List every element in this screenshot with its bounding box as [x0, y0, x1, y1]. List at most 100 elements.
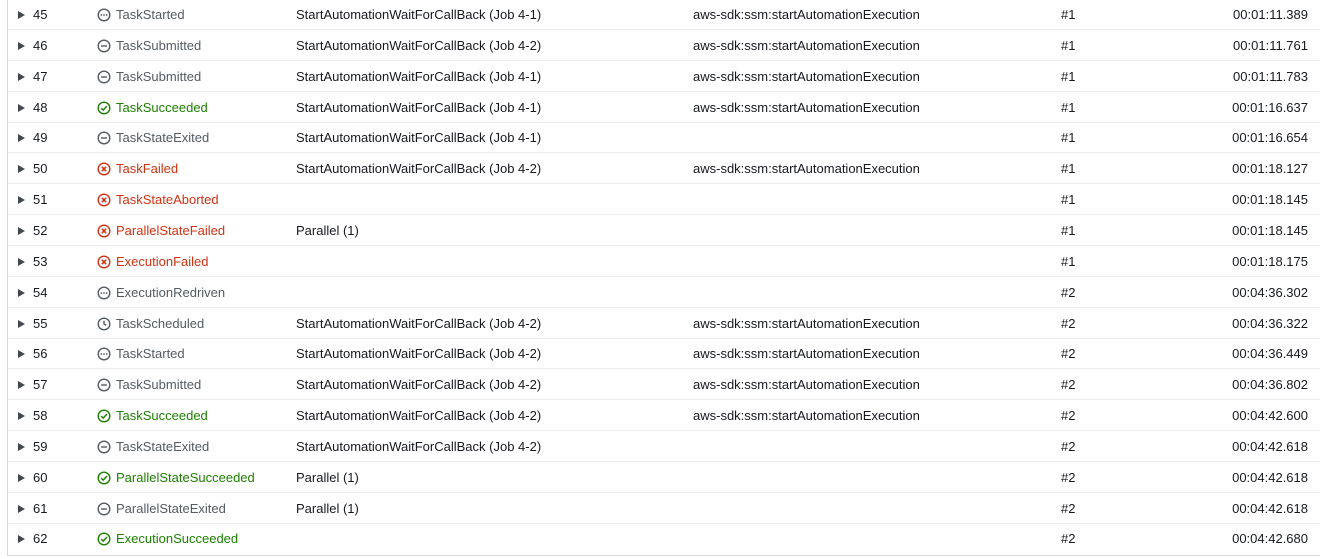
event-type-label: TaskSucceeded	[116, 408, 208, 424]
step-name: StartAutomationWaitForCallBack (Job 4-1)	[296, 68, 542, 84]
check-circle-icon	[97, 409, 111, 423]
redrive-count: #1	[1061, 68, 1076, 84]
in-progress-icon	[97, 8, 111, 22]
elapsed-time: 00:04:36.322	[1232, 315, 1308, 331]
elapsed-time: 00:04:42.618	[1232, 500, 1308, 516]
caret-right-icon[interactable]	[18, 134, 25, 143]
table-row[interactable]: 57 TaskSubmitted StartAutomationWaitForCal…	[8, 370, 1320, 401]
table-row[interactable]: 54 ExecutionRedriven #2 00:04:36.302	[8, 278, 1320, 308]
event-type-label: TaskStateExited	[116, 130, 210, 146]
event-type-label: ParallelStateSucceeded	[116, 469, 255, 485]
redrive-count: #1	[1061, 99, 1076, 115]
elapsed-time: 00:01:11.783	[1233, 68, 1308, 84]
caret-right-icon[interactable]	[18, 257, 25, 266]
table-row[interactable]: 58 TaskSucceeded StartAutomationWaitForCal…	[8, 401, 1320, 432]
event-type-label: TaskStateAborted	[116, 192, 219, 208]
table-row[interactable]: 56 TaskStarted StartAutomationWaitForCallB…	[8, 339, 1320, 370]
caret-right-icon[interactable]	[18, 350, 25, 359]
table-row[interactable]: 49 TaskStateExited StartAutomationWaitForC…	[8, 123, 1320, 154]
step-name: StartAutomationWaitForCallBack (Job 4-2)	[296, 438, 542, 454]
clock-icon	[97, 316, 111, 331]
step-name: StartAutomationWaitForCallBack (Job 4-2)	[296, 346, 542, 362]
table-row[interactable]: 61 ParallelStateExited Parallel (1) #2 00:04…	[8, 494, 1320, 524]
elapsed-time: 00:04:42.618	[1232, 469, 1308, 485]
caret-right-icon[interactable]	[18, 381, 25, 390]
event-type-label: TaskStarted	[116, 7, 185, 22]
event-type-label: TaskStarted	[116, 346, 185, 362]
table-row[interactable]: 55 TaskScheduled StartAutomationWaitForCal…	[8, 309, 1320, 339]
event-id: 62	[33, 531, 48, 547]
event-type-label: ParallelStateExited	[116, 500, 226, 516]
redrive-count: #1	[1061, 37, 1076, 53]
caret-right-icon[interactable]	[18, 165, 25, 174]
elapsed-time: 00:01:18.145	[1232, 192, 1308, 208]
elapsed-time: 00:04:42.618	[1232, 438, 1308, 454]
resource: aws-sdk:ssm:startAutomationExecution	[693, 99, 920, 115]
redrive-count: #2	[1061, 531, 1076, 547]
table-row[interactable]: 48 TaskSucceeded StartAutomationWaitForCal…	[8, 93, 1320, 123]
caret-right-icon[interactable]	[18, 288, 25, 297]
table-row[interactable]: 60 ParallelStateSucceeded Parallel (1) #2 00…	[8, 463, 1320, 493]
event-type-label: TaskScheduled	[116, 315, 205, 331]
table-row[interactable]: 50 TaskFailed StartAutomationWaitForCallBa…	[8, 154, 1320, 185]
caret-right-icon[interactable]	[18, 226, 25, 235]
elapsed-time: 00:01:11.761	[1233, 37, 1308, 53]
event-type-label: ExecutionRedriven	[116, 284, 226, 300]
redrive-count: #1	[1061, 192, 1076, 208]
caret-right-icon[interactable]	[18, 41, 25, 50]
elapsed-time: 00:01:11.389	[1233, 7, 1308, 22]
event-id: 61	[33, 500, 48, 516]
elapsed-time: 00:04:36.449	[1232, 346, 1308, 362]
caret-right-icon[interactable]	[18, 442, 25, 451]
table-row[interactable]: 47 TaskSubmitted StartAutomationWaitForCal…	[8, 62, 1320, 92]
events-table: 45 TaskStarted StartAutomationWaitForCallB…	[7, 0, 1320, 556]
caret-right-icon[interactable]	[18, 412, 25, 421]
elapsed-time: 00:04:36.302	[1232, 284, 1308, 300]
table-row[interactable]: 45 TaskStarted StartAutomationWaitForCallB…	[8, 0, 1320, 30]
caret-right-icon[interactable]	[18, 11, 25, 19]
redrive-count: #2	[1061, 346, 1076, 362]
table-row[interactable]: 59 TaskStateExited StartAutomationWaitForC…	[8, 432, 1320, 462]
resource: aws-sdk:ssm:startAutomationExecution	[693, 315, 920, 331]
step-name: Parallel (1)	[296, 222, 359, 238]
resource: aws-sdk:ssm:startAutomationExecution	[693, 7, 920, 22]
redrive-count: #2	[1061, 500, 1076, 516]
event-id: 48	[33, 99, 48, 115]
check-circle-icon	[97, 532, 111, 546]
redrive-count: #2	[1061, 438, 1076, 454]
elapsed-time: 00:01:16.637	[1232, 99, 1308, 115]
x-circle-icon	[97, 224, 111, 238]
table-row[interactable]: 46 TaskSubmitted StartAutomationWaitForCal…	[8, 31, 1320, 61]
elapsed-time: 00:04:42.600	[1232, 408, 1308, 424]
caret-right-icon[interactable]	[18, 473, 25, 482]
minus-circle-icon	[97, 378, 111, 392]
caret-right-icon[interactable]	[18, 196, 25, 205]
event-type-label: TaskSubmitted	[116, 68, 202, 84]
minus-circle-icon	[97, 440, 111, 454]
redrive-count: #1	[1061, 161, 1076, 177]
redrive-count: #2	[1061, 408, 1076, 424]
event-type-label: ExecutionSucceeded	[116, 531, 239, 547]
elapsed-time: 00:01:18.175	[1232, 253, 1308, 269]
caret-right-icon[interactable]	[18, 535, 25, 544]
table-row[interactable]: 52 ParallelStateFailed Parallel (1) #1 00:01…	[8, 216, 1320, 246]
redrive-count: #1	[1061, 130, 1076, 146]
event-id: 53	[33, 253, 48, 269]
redrive-count: #1	[1061, 253, 1076, 269]
table-row[interactable]: 53 ExecutionFailed #1 00:01:18.175	[8, 247, 1320, 277]
caret-right-icon[interactable]	[18, 319, 25, 328]
redrive-count: #1	[1061, 222, 1076, 238]
table-row[interactable]: 62 ExecutionSucceeded #2 00:04:42.680	[8, 524, 1320, 554]
table-row[interactable]: 51 TaskStateAborted #1 00:01:18.145	[8, 185, 1320, 216]
caret-right-icon[interactable]	[18, 103, 25, 112]
event-type-label: TaskFailed	[116, 161, 179, 177]
elapsed-time: 00:01:18.127	[1232, 161, 1308, 177]
minus-circle-icon	[97, 502, 111, 516]
event-id: 58	[33, 408, 48, 424]
caret-right-icon[interactable]	[18, 72, 25, 81]
resource: aws-sdk:ssm:startAutomationExecution	[693, 37, 920, 53]
elapsed-time: 00:01:16.654	[1232, 130, 1308, 146]
caret-right-icon[interactable]	[18, 504, 25, 513]
event-type-label: TaskStateExited	[116, 438, 210, 454]
resource: aws-sdk:ssm:startAutomationExecution	[693, 161, 920, 177]
